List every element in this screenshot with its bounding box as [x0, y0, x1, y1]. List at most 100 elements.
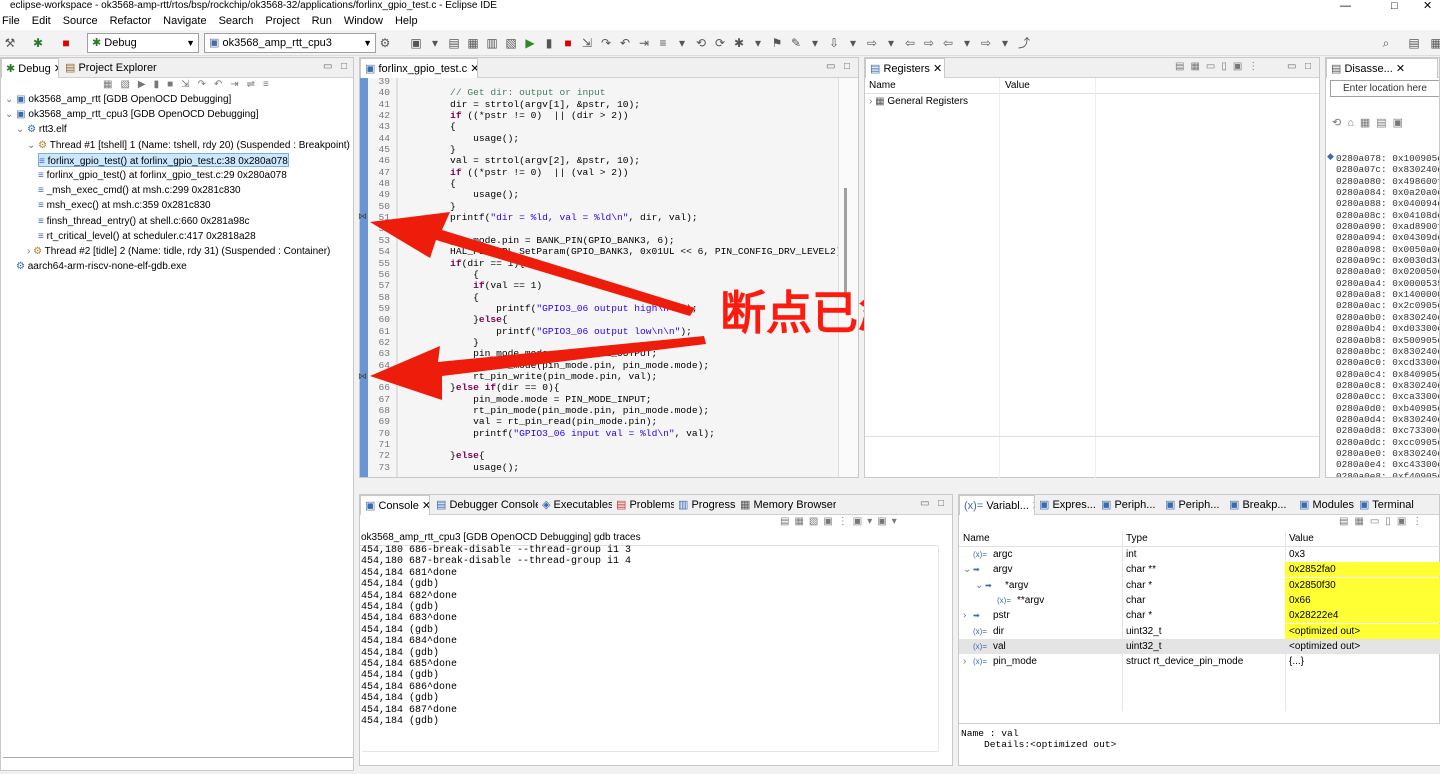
tab-periph[interactable]: ▣ Periph... [1161, 495, 1225, 515]
console-hscroll[interactable] [362, 751, 938, 763]
toolbar-action-icon[interactable]: ▤ [446, 35, 462, 51]
menu-search[interactable]: Search [219, 14, 254, 30]
tab-terminal[interactable]: ▣ Terminal [1355, 495, 1417, 515]
hammer-icon[interactable]: ⚒ [2, 35, 18, 51]
menu-source[interactable]: Source [63, 14, 98, 30]
tab-forlinx-gpio-test[interactable]: ▣ forlinx_gpio_test.c ✕ [360, 58, 478, 78]
tab-expres[interactable]: ▣ Expres... [1035, 495, 1097, 515]
maximize-view-icon[interactable]: □ [341, 61, 347, 72]
stop-icon[interactable]: ■ [58, 35, 74, 51]
tab-registers[interactable]: ▤ Registers ✕ [865, 58, 945, 78]
tab-debugger-console[interactable]: ▤ Debugger Console [432, 495, 538, 515]
toolbar-action-icon[interactable]: ✎ [788, 35, 804, 51]
toolbar-action-icon[interactable]: ↶ [617, 35, 633, 51]
variable-row[interactable]: (x)= **argv char 0x66 [959, 592, 1440, 608]
toolbar-action-icon[interactable]: ▶ [522, 35, 538, 51]
vertical-scrollbar[interactable] [838, 78, 858, 477]
toolbar-action-icon[interactable]: ▾ [807, 35, 823, 51]
breakpoint-ruler[interactable] [360, 78, 368, 477]
variable-row[interactable]: › ➡ pstr char * 0x28222e4 [959, 608, 1440, 624]
launch-config-combo[interactable]: ▣ ok3568_amp_rtt_cpu3 ▼ [204, 33, 376, 53]
scroll-thumb[interactable] [844, 188, 847, 298]
toolbar-action-icon[interactable]: ⇲ [579, 35, 595, 51]
variable-row[interactable]: (x)= dir uint32_t <optimized out> [959, 623, 1440, 639]
toolbar-action-icon[interactable]: ⇩ [826, 35, 842, 51]
menu-file[interactable]: File [2, 14, 20, 30]
toolbar-action-icon[interactable]: ⇦ [902, 35, 918, 51]
col-value[interactable]: Value [1289, 531, 1314, 547]
debug-tree-item[interactable]: ≡ forlinx_gpio_test() at forlinx_gpio_te… [38, 152, 289, 167]
expand-toggle-icon[interactable]: ⌄ [963, 562, 971, 577]
debug-tree-item[interactable]: › ⚙ Thread #2 [tidle] 2 (Name: tidle, rd… [27, 244, 330, 259]
tab-breakp[interactable]: ▣ Breakp... [1225, 495, 1295, 515]
menu-window[interactable]: Window [344, 14, 383, 30]
col-value[interactable]: Value [999, 78, 1030, 94]
tab-executables[interactable]: ◈ Executables [538, 495, 612, 515]
toolbar-action-icon[interactable]: ■ [560, 35, 576, 51]
tab-debug[interactable]: ✱ Debug ✕ [1, 58, 59, 78]
toolbar-action-icon[interactable]: ✱ [731, 35, 747, 51]
menu-refactor[interactable]: Refactor [110, 14, 152, 30]
menu-edit[interactable]: Edit [32, 14, 51, 30]
minimize-button[interactable]: — [1340, 0, 1351, 12]
debug-tree-item[interactable]: ≡ forlinx_gpio_test() at forlinx_gpio_te… [38, 168, 287, 183]
tab-problems[interactable]: ▤ Problems [612, 495, 674, 515]
variable-row[interactable]: › (x)= pin_mode struct rt_device_pin_mode {.… [959, 654, 1440, 669]
toolbar-action-icon[interactable]: ▣ [408, 35, 424, 51]
variable-row[interactable]: (x)= argc int 0x3 [959, 547, 1440, 562]
maximize-view-icon[interactable]: □ [844, 61, 850, 72]
debug-icon[interactable]: ✱ [30, 35, 46, 51]
open-perspective-icon[interactable]: ▤ [1406, 35, 1422, 51]
debug-tree-item[interactable]: ≡ finsh_thread_entry() at shell.c:660 0x… [38, 214, 250, 229]
toolbar-action-icon[interactable]: ⇥ [636, 35, 652, 51]
variable-row[interactable]: ⌄ ➡ argv char ** 0x2852fa0 [959, 562, 1440, 578]
expand-toggle-icon[interactable]: › [963, 654, 966, 669]
toolbar-action-icon[interactable]: ⇨ [921, 35, 937, 51]
perspective-combo[interactable]: ✱ Debug ▼ [87, 33, 199, 53]
toolbar-action-icon[interactable]: ▾ [997, 35, 1013, 51]
expand-toggle-icon[interactable]: › [963, 608, 966, 623]
minimize-view-icon[interactable]: ▭ [826, 61, 835, 72]
debug-tree-item[interactable]: ≡ _msh_exec_cmd() at msh.c:299 0x281c830 [38, 183, 241, 198]
toolbar-action-icon[interactable]: ▾ [427, 35, 443, 51]
minimize-view-icon[interactable]: ▭ [323, 61, 332, 72]
horizontal-scrollbar[interactable] [3, 748, 353, 758]
register-group-general[interactable]: › ▦ General Registers [869, 94, 968, 109]
debug-tree-item[interactable]: ≡ msh_exec() at msh.c:359 0x281c830 [38, 198, 211, 213]
toolbar-action-icon[interactable]: ⇨ [864, 35, 880, 51]
tab-disassembly[interactable]: ▤ Disasse... ✕ [1326, 58, 1438, 78]
tab-periph[interactable]: ▣ Periph... [1097, 495, 1161, 515]
location-input[interactable]: Enter location here [1330, 80, 1439, 97]
toolbar-action-icon[interactable]: ⇨ [978, 35, 994, 51]
minimize-view-icon[interactable]: ▭ [920, 498, 929, 509]
debug-tree-item[interactable]: ⌄ ▣ ok3568_amp_rtt [GDB OpenOCD Debuggin… [5, 92, 231, 107]
debug-tree-item[interactable]: ⌄ ▣ ok3568_amp_rtt_cpu3 [GDB OpenOCD Deb… [5, 107, 259, 122]
menu-run[interactable]: Run [312, 14, 332, 30]
tab-modules[interactable]: ▣ Modules [1295, 495, 1355, 515]
toolbar-action-icon[interactable]: ⚑ [769, 35, 785, 51]
menu-project[interactable]: Project [265, 14, 299, 30]
tab-project-explorer[interactable]: ▤ Project Explorer [61, 58, 161, 78]
toolbar-action-icon[interactable]: ↷ [598, 35, 614, 51]
debug-tree-item[interactable]: ⌄ ⚙ rtt3.elf [16, 122, 67, 137]
maximize-view-icon[interactable]: □ [1305, 61, 1311, 72]
tab-variabl[interactable]: (x)= Variabl... ✕ [959, 495, 1035, 515]
menu-navigate[interactable]: Navigate [163, 14, 206, 30]
toolbar-action-icon[interactable]: ⤴ [1016, 35, 1032, 51]
toolbar-action-icon[interactable]: ⟲ [693, 35, 709, 51]
toolbar-action-icon[interactable]: ▮ [541, 35, 557, 51]
toolbar-action-icon[interactable]: ▾ [674, 35, 690, 51]
col-name[interactable]: Name [963, 531, 990, 547]
col-type[interactable]: Type [1126, 531, 1148, 547]
expand-toggle-icon[interactable]: ⌄ [975, 578, 983, 593]
debug-tree-item[interactable]: ⚙ aarch64-arm-riscv-none-elf-gdb.exe [16, 259, 187, 274]
maximize-button[interactable]: □ [1391, 0, 1398, 12]
debug-tree-item[interactable]: ⌄ ⚙ Thread #1 [tshell] 1 (Name: tshell, … [27, 138, 350, 153]
toolbar-action-icon[interactable]: ⇦ [940, 35, 956, 51]
toolbar-action-icon[interactable]: ≡ [655, 35, 671, 51]
console-vscroll[interactable] [938, 546, 952, 751]
toolbar-action-icon[interactable]: ▾ [959, 35, 975, 51]
skipped-breakpoint-icon[interactable]: ⋈ [358, 371, 367, 382]
toolbar-action-icon[interactable]: ▧ [503, 35, 519, 51]
toolbar-action-icon[interactable]: ▾ [750, 35, 766, 51]
